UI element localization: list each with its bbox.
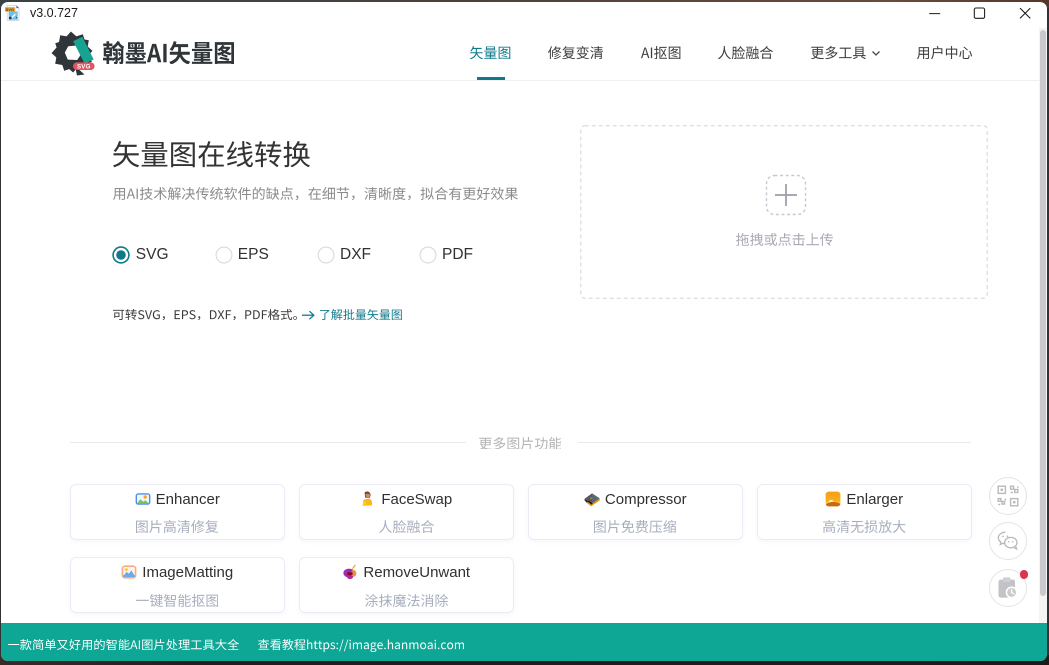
svg-text:SVG: SVG bbox=[77, 63, 91, 70]
svg-text:SVG: SVG bbox=[6, 7, 14, 12]
